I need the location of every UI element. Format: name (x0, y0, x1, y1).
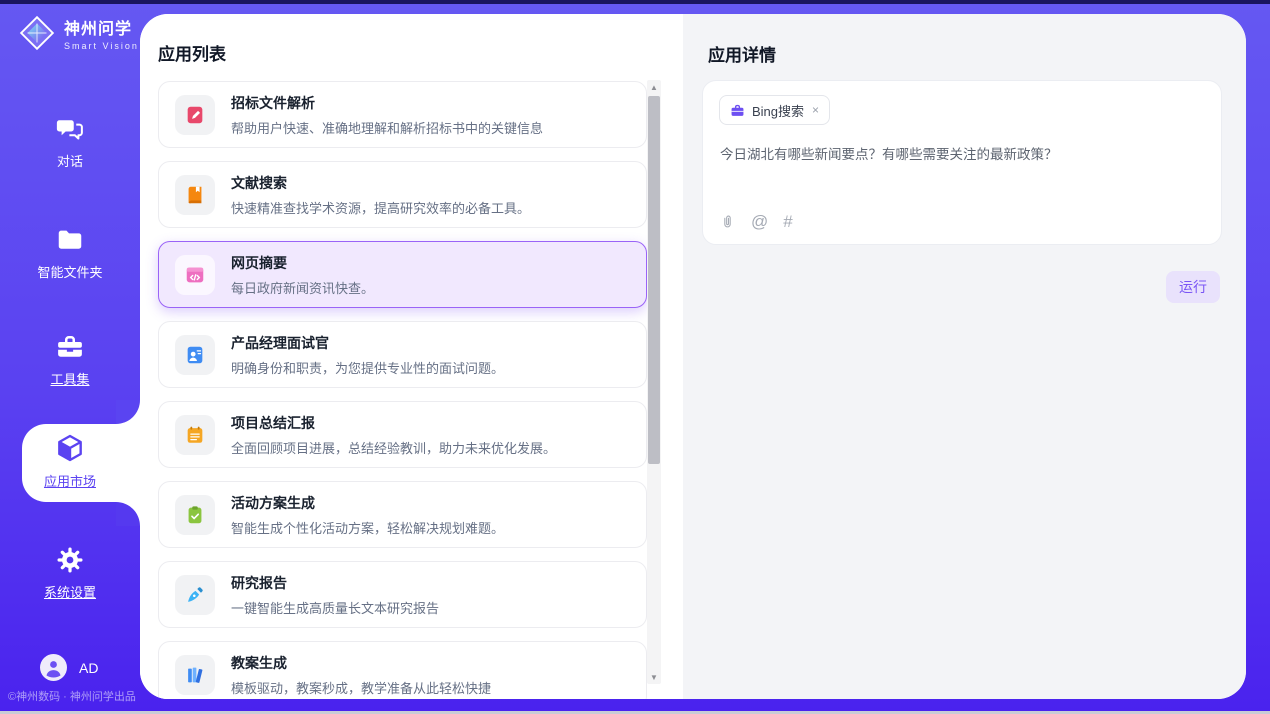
gear-icon (55, 545, 85, 575)
main-container: 应用列表 招标文件解析 帮助用户快速、准确地理解和解析招标书中的关键信息 (140, 14, 1246, 699)
sidebar-item-label: 系统设置 (44, 582, 96, 601)
app-list-title: 应用列表 (158, 40, 226, 65)
sidebar-item-label: 智能文件夹 (37, 262, 102, 281)
scrollbar-up-arrow[interactable]: ▲ (647, 80, 661, 94)
copyright-text: ©神州数码 · 神州问学出品 (8, 688, 136, 704)
app-list-pane: 应用列表 招标文件解析 帮助用户快速、准确地理解和解析招标书中的关键信息 (140, 14, 683, 699)
brand-title: 神州问学 (64, 15, 139, 39)
sidebar-item-chat[interactable]: 对话 (0, 114, 140, 170)
doc-edit-icon (175, 95, 215, 135)
app-name: 文献搜索 (231, 173, 530, 193)
user-account[interactable]: AD (40, 654, 98, 681)
sidebar-item-label: 对话 (57, 151, 83, 170)
briefcase-icon (730, 103, 745, 118)
hash-icon[interactable]: # (783, 213, 792, 230)
app-card-lesson-plan[interactable]: 教案生成 模板驱动，教案秒成，教学准备从此轻松快捷 (158, 641, 647, 699)
sidebar-item-settings[interactable]: 系统设置 (0, 545, 140, 601)
app-list: 招标文件解析 帮助用户快速、准确地理解和解析招标书中的关键信息 文献搜索 (158, 81, 647, 699)
ink-pen-icon (175, 575, 215, 615)
bump-fillet-top (116, 400, 140, 424)
app-name: 活动方案生成 (231, 493, 504, 513)
scrollbar-thumb[interactable] (648, 96, 660, 464)
tool-tag-bing-search[interactable]: Bing搜索 × (719, 95, 830, 125)
brand-text: 神州问学 Smart Vision (64, 15, 139, 51)
sidebar: 神州问学 Smart Vision 对话 智能文件夹 工具集 (0, 4, 140, 711)
sidebar-item-toolset[interactable]: 工具集 (0, 332, 140, 388)
app-desc: 智能生成个性化活动方案，轻松解决规划难题。 (231, 518, 504, 537)
app-card-project-summary[interactable]: 项目总结汇报 全面回顾项目进展，总结经验教训，助力未来优化发展。 (158, 401, 647, 468)
app-card-research-report[interactable]: 研究报告 一键智能生成高质量长文本研究报告 (158, 561, 647, 628)
user-name: AD (79, 660, 98, 676)
prompt-toolbar: @ # (719, 213, 793, 230)
app-name: 招标文件解析 (231, 93, 543, 113)
sidebar-item-label: 工具集 (50, 369, 89, 388)
app-desc: 明确身份和职责，为您提供专业性的面试问题。 (231, 358, 504, 377)
avatar (40, 654, 67, 681)
run-button[interactable]: 运行 (1166, 271, 1220, 303)
app-desc: 快速精准查找学术资源，提高研究效率的必备工具。 (231, 198, 530, 217)
chat-icon (55, 114, 85, 144)
sidebar-item-label: 应用市场 (44, 471, 96, 490)
book-icon (175, 175, 215, 215)
close-icon[interactable]: × (811, 103, 819, 117)
prompt-card: Bing搜索 × 今日湖北有哪些新闻要点？有哪些需要关注的最新政策？ @ # (702, 80, 1222, 245)
mention-icon[interactable]: @ (751, 213, 768, 230)
app-desc: 每日政府新闻资讯快查。 (231, 278, 374, 297)
toolbox-icon (55, 332, 85, 362)
app-card-literature-search[interactable]: 文献搜索 快速精准查找学术资源，提高研究效率的必备工具。 (158, 161, 647, 228)
scrollbar-down-arrow[interactable]: ▼ (647, 670, 661, 684)
folder-icon (55, 225, 85, 255)
books-icon (175, 655, 215, 695)
sidebar-item-app-market[interactable]: 应用市场 (0, 432, 140, 490)
app-card-event-plan[interactable]: 活动方案生成 智能生成个性化活动方案，轻松解决规划难题。 (158, 481, 647, 548)
app-name: 项目总结汇报 (231, 413, 556, 433)
app-name: 网页摘要 (231, 253, 374, 273)
clipboard-check-icon (175, 495, 215, 535)
paperclip-icon[interactable] (719, 213, 736, 230)
tool-tag-label: Bing搜索 (752, 101, 804, 120)
window-top-edge (0, 0, 1270, 4)
app-card-bid-doc-parse[interactable]: 招标文件解析 帮助用户快速、准确地理解和解析招标书中的关键信息 (158, 81, 647, 148)
brand-logo: 神州问学 Smart Vision (18, 14, 139, 52)
app-desc: 全面回顾项目进展，总结经验教训，助力未来优化发展。 (231, 438, 556, 457)
app-window: 神州问学 Smart Vision 对话 智能文件夹 工具集 (0, 0, 1270, 714)
app-desc: 模板驱动，教案秒成，教学准备从此轻松快捷 (231, 678, 491, 697)
app-detail-pane: 应用详情 Bing搜索 × 今日湖北有哪些新闻要点？有哪些需要关注的最新政策？ (683, 14, 1246, 699)
app-name: 产品经理面试官 (231, 333, 504, 353)
app-card-web-summary[interactable]: 网页摘要 每日政府新闻资讯快查。 (158, 241, 647, 308)
prompt-text[interactable]: 今日湖北有哪些新闻要点？有哪些需要关注的最新政策？ (720, 145, 1205, 165)
interviewer-icon (175, 335, 215, 375)
browser-code-icon (175, 255, 215, 295)
bump-fillet-bottom (116, 502, 140, 526)
cube-icon (54, 432, 86, 464)
app-desc: 帮助用户快速、准确地理解和解析招标书中的关键信息 (231, 118, 543, 137)
app-card-pm-interviewer[interactable]: 产品经理面试官 明确身份和职责，为您提供专业性的面试问题。 (158, 321, 647, 388)
report-note-icon (175, 415, 215, 455)
gem-logo-icon (18, 14, 56, 52)
sidebar-item-smart-folder[interactable]: 智能文件夹 (0, 225, 140, 281)
app-name: 教案生成 (231, 653, 491, 673)
app-desc: 一键智能生成高质量长文本研究报告 (231, 598, 439, 617)
list-scrollbar[interactable]: ▲ ▼ (647, 80, 661, 684)
brand-subtitle: Smart Vision (64, 41, 139, 51)
app-name: 研究报告 (231, 573, 439, 593)
app-detail-title: 应用详情 (708, 41, 776, 66)
